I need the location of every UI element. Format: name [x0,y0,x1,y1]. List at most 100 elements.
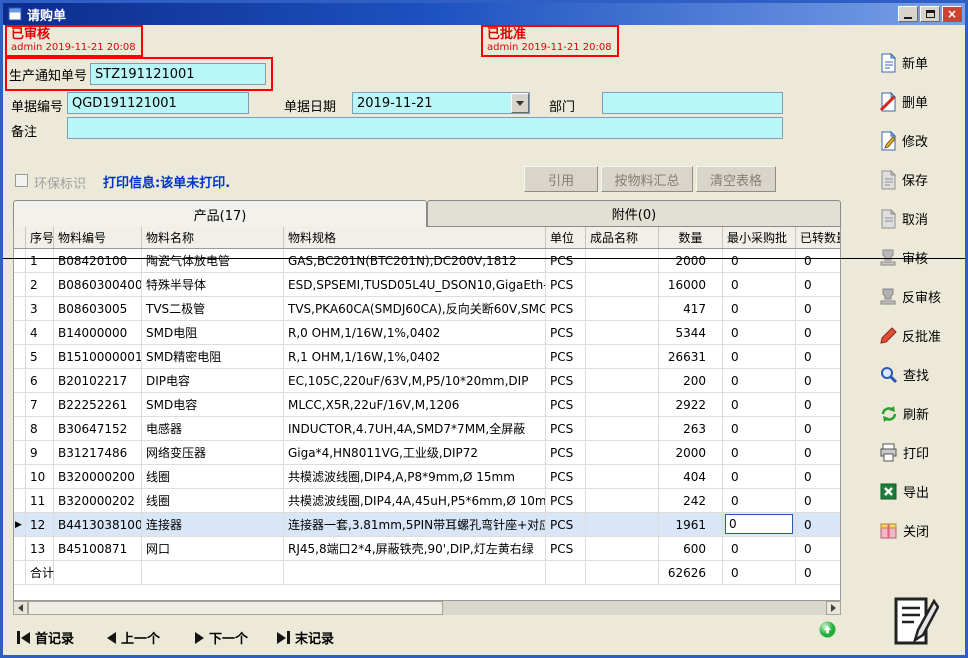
doc-date-combo[interactable]: 2019-11-21 [352,92,530,114]
scrollbar-track[interactable] [443,601,826,615]
chevron-down-icon [516,101,524,106]
cell-spec: TVS,PKA60CA(SMDJ60CA),反向关断60V,SMC(D [284,297,546,320]
cell-spec: R,1 OHM,1/16W,1%,0402 [284,345,546,368]
header-spec[interactable]: 物料规格 [284,227,546,248]
sidebar-item-find[interactable]: 查找 [879,355,968,394]
table-row[interactable]: 5B1510000001SMD精密电阻R,1 OHM,1/16W,1%,0402… [14,345,840,369]
production-notice-frame: 生产通知单号 [5,57,273,91]
quote-button[interactable]: 引用 [524,166,598,192]
cell-min: 0 [723,537,796,560]
dept-input[interactable] [602,92,783,114]
nav-last-record[interactable]: 末记录 [277,628,334,647]
header-min[interactable]: 最小采购批 [723,227,796,248]
nav-previous-record[interactable]: 上一个 [107,628,160,647]
cell-qty: 404 [659,465,723,488]
row-indicator [14,489,26,512]
sidebar-item-modify[interactable]: 修改 [879,121,968,160]
minimize-button[interactable] [898,6,918,22]
header-unit[interactable]: 单位 [546,227,586,248]
table-row[interactable]: 1B08420100陶瓷气体放电管GAS,BC201N(BTC201N),DC2… [14,249,840,273]
tab-products[interactable]: 产品(17) [13,200,427,227]
tab-attachments[interactable]: 附件(0) [427,200,841,227]
header-trans[interactable]: 已转数量 [796,227,841,248]
table-row[interactable]: 9B31217486网络变压器Giga*4,HN8011VG,工业级,DIP72… [14,441,840,465]
restore-button[interactable] [920,6,940,22]
header-product[interactable]: 成品名称 [586,227,659,248]
table-row[interactable]: 11B320000202线圈共模滤波线圈,DIP4,4A,45uH,P5*6mm… [14,489,840,513]
eco-checkbox[interactable] [15,174,28,187]
total-product [586,561,659,585]
table-row[interactable]: 2B0860300400特殊半导体ESD,SPSEMI,TUSD05L4U_DS… [14,273,840,297]
cell-min: 0 [723,441,796,464]
cell-min: 0 [723,489,796,512]
cell-spec: 连接器一套,3.81mm,5PIN带耳螺孔弯针座+对应 [284,513,546,536]
cell-product [586,249,659,272]
cell-spec: 共模滤波线圈,DIP4,A,P8*9mm,Ø 15mm [284,465,546,488]
audited-status-box: 已审核 admin 2019-11-21 20:08 [5,25,143,57]
status-orb-button[interactable] [819,621,836,642]
horizontal-scrollbar[interactable] [13,601,841,615]
titlebar[interactable]: 请购单 × [3,3,965,25]
remark-input[interactable] [67,117,783,139]
total-unit [546,561,586,585]
table-row[interactable]: 8B30647152电感器INDUCTOR,4.7UH,4A,SMD7*7MM,… [14,417,840,441]
screen-artifact-line [3,258,965,259]
cell-trans: 0 [796,345,841,368]
scrollbar-thumb[interactable] [28,601,443,615]
cell-qty: 5344 [659,321,723,344]
table-row[interactable]: 4B14000000SMD电阻R,0 OHM,1/16W,1%,0402PCS5… [14,321,840,345]
sidebar-item-new[interactable]: 新单 [879,43,968,82]
table-row[interactable]: 6B20102217DIP电容EC,105C,220uF/63V,M,P5/10… [14,369,840,393]
table-row[interactable]: 10B320000200线圈共模滤波线圈,DIP4,A,P8*9mm,Ø 15m… [14,465,840,489]
scroll-right-button[interactable] [826,601,841,615]
close-button[interactable]: × [942,6,962,22]
cell-no: 6 [26,369,54,392]
scroll-left-button[interactable] [13,601,28,615]
table-row[interactable]: 3B08603005TVS二极管TVS,PKA60CA(SMDJ60CA),反向… [14,297,840,321]
production-notice-input[interactable] [90,63,266,85]
doc-date-dropdown-button[interactable] [511,93,529,113]
nav-last-label: 末记录 [295,628,334,647]
cell-product [586,345,659,368]
table-row[interactable]: 7B22252261SMD电容MLCC,X5R,22uF/16V,M,1206P… [14,393,840,417]
cell-unit: PCS [546,297,586,320]
total-spec [284,561,546,585]
min-qty-editor[interactable]: 0 [725,514,793,534]
table-row[interactable]: ▶12B4413038100连接器连接器一套,3.81mm,5PIN带耳螺孔弯针… [14,513,840,537]
row-indicator [14,273,26,296]
total-row: 合计 62626 0 0 [14,561,840,585]
cell-spec: INDUCTOR,4.7UH,4A,SMD7*7MM,全屏蔽 [284,417,546,440]
header-name[interactable]: 物料名称 [142,227,284,248]
cell-qty: 26631 [659,345,723,368]
sidebar-item-unaudit[interactable]: 反审核 [879,277,968,316]
cell-trans: 0 [796,513,841,536]
sidebar-item-unapprove[interactable]: 反批准 [879,316,968,355]
table-row[interactable]: 13B45100871网口RJ45,8端口2*4,屏蔽铁壳,90',DIP,灯左… [14,537,840,561]
sidebar-item-print[interactable]: 打印 [879,433,968,472]
sidebar-item-delete[interactable]: 删单 [879,82,968,121]
cell-qty: 600 [659,537,723,560]
sidebar-item-cancel[interactable]: 取消 [879,199,968,238]
cell-name: 连接器 [142,513,284,536]
nav-first-record[interactable]: 首记录 [17,628,74,647]
sidebar-item-export[interactable]: 导出 [879,472,968,511]
doc-no-input[interactable] [67,92,249,114]
header-no[interactable]: 序号 [26,227,54,248]
cell-code: B320000202 [54,489,142,512]
header-code[interactable]: 物料编号 [54,227,142,248]
sidebar-item-save[interactable]: 保存 [879,160,968,199]
nav-next-record[interactable]: 下一个 [195,628,248,647]
cell-spec: 共模滤波线圈,DIP4,4A,45uH,P5*6mm,Ø 10mm [284,489,546,512]
cell-unit: PCS [546,441,586,464]
cell-trans: 0 [796,249,841,272]
sidebar-item-close[interactable]: 关闭 [879,511,968,550]
table-filler [14,585,840,600]
sidebar-item-refresh[interactable]: 刷新 [879,394,968,433]
header-qty[interactable]: 数量 [659,227,723,248]
cell-name: TVS二极管 [142,297,284,320]
cell-unit: PCS [546,537,586,560]
cell-qty: 2000 [659,441,723,464]
cell-qty: 2000 [659,249,723,272]
clear-table-button[interactable]: 清空表格 [696,166,776,192]
summarize-by-material-button[interactable]: 按物料汇总 [601,166,693,192]
